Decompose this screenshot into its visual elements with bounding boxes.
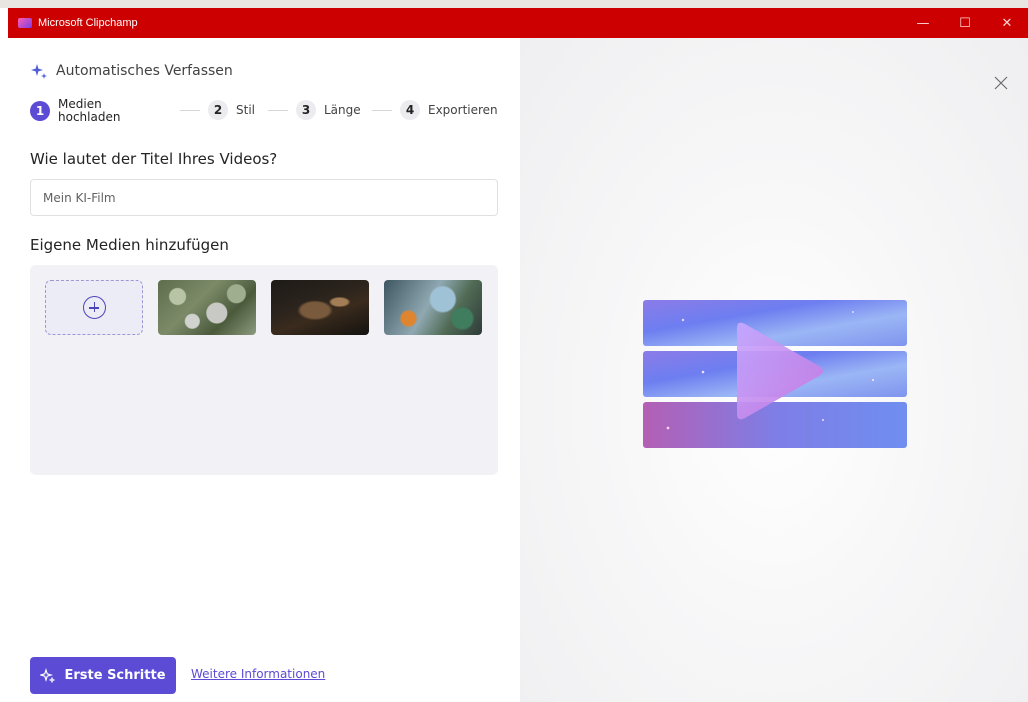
step-separator xyxy=(180,110,200,111)
step-number: 1 xyxy=(30,101,50,121)
step-separator xyxy=(268,110,288,111)
wizard-panel: Automatisches Verfassen 1 Medien hochlad… xyxy=(8,38,520,702)
add-circle-icon xyxy=(82,296,106,319)
media-thumbnail-aerial[interactable] xyxy=(158,280,256,335)
step-export[interactable]: 4 Exportieren xyxy=(400,100,498,120)
video-title-input[interactable] xyxy=(30,179,498,216)
sparkle-outline-icon xyxy=(40,667,56,683)
step-label: Länge xyxy=(324,103,361,117)
app-window: Microsoft Clipchamp — ☐ ✕ Automatisches … xyxy=(8,8,1028,702)
step-label: Stil xyxy=(236,103,255,117)
wizard-title: Automatisches Verfassen xyxy=(56,63,233,79)
maximize-button[interactable]: ☐ xyxy=(944,8,986,38)
step-style[interactable]: 2 Stil xyxy=(208,100,255,120)
learn-more-link[interactable]: Weitere Informationen xyxy=(191,667,325,681)
step-label: Exportieren xyxy=(428,103,498,117)
media-heading: Eigene Medien hinzufügen xyxy=(30,236,229,254)
preview-panel xyxy=(520,38,1028,702)
video-play-illustration xyxy=(643,300,907,448)
wizard-header: Automatisches Verfassen xyxy=(30,62,233,80)
media-thumbnail-interior[interactable] xyxy=(271,280,369,335)
clipchamp-logo-icon xyxy=(18,18,32,28)
window-controls: — ☐ ✕ xyxy=(902,8,1028,38)
sparkle-icon xyxy=(31,64,47,79)
step-number: 3 xyxy=(296,100,316,120)
step-number: 4 xyxy=(400,100,420,120)
media-dropzone[interactable] xyxy=(30,265,498,475)
add-media-button[interactable] xyxy=(45,280,143,335)
title-bar[interactable]: Microsoft Clipchamp — ☐ ✕ xyxy=(8,8,1028,38)
stepper: 1 Medien hochladen 2 Stil 3 Länge 4 Expo… xyxy=(30,98,500,126)
step-label: Medien hochladen xyxy=(58,98,120,124)
get-started-label: Erste Schritte xyxy=(64,668,166,683)
step-length[interactable]: 3 Länge xyxy=(296,100,361,120)
get-started-button[interactable]: Erste Schritte xyxy=(30,657,176,694)
media-thumbnail-rides[interactable] xyxy=(384,280,482,335)
close-window-button[interactable]: ✕ xyxy=(986,8,1028,38)
step-number: 2 xyxy=(208,100,228,120)
minimize-button[interactable]: — xyxy=(902,8,944,38)
step-label-line: hochladen xyxy=(58,110,121,124)
close-icon[interactable] xyxy=(992,74,1010,92)
desktop-background xyxy=(0,0,1028,8)
step-separator xyxy=(372,110,392,111)
step-upload[interactable]: 1 Medien hochladen xyxy=(30,98,120,124)
video-title-heading: Wie lautet der Titel Ihres Videos? xyxy=(30,150,278,168)
window-title: Microsoft Clipchamp xyxy=(38,17,138,29)
